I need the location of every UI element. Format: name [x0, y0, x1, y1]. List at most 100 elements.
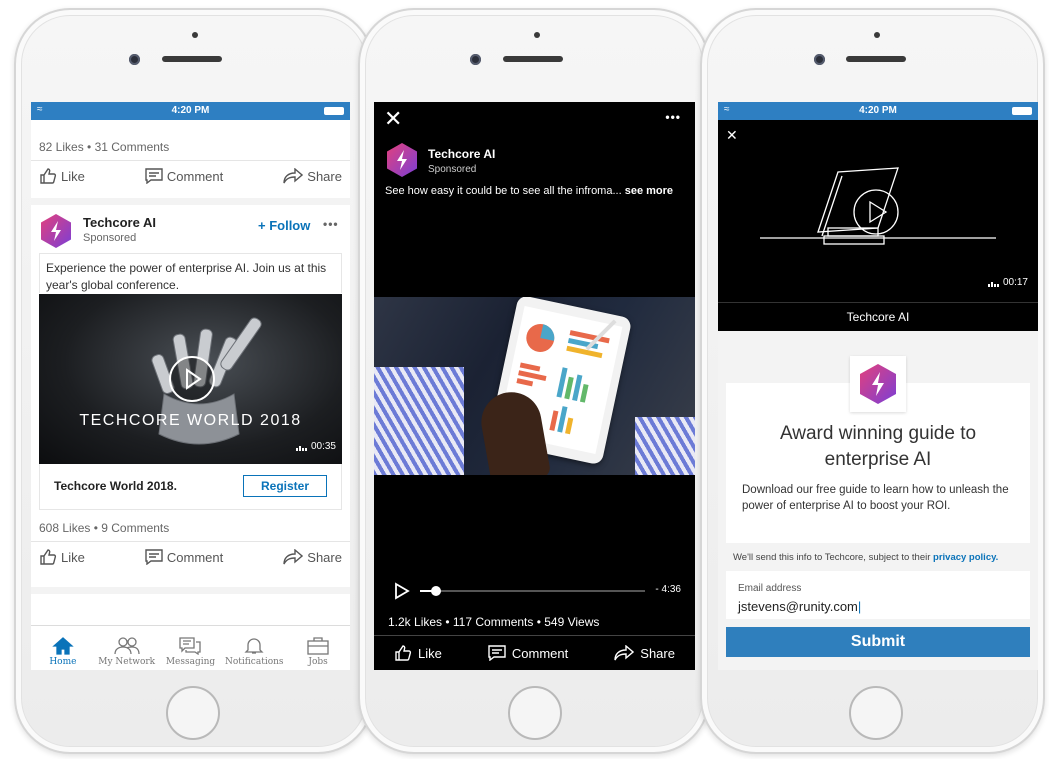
phone-speaker — [846, 56, 906, 62]
comment-icon — [488, 645, 506, 661]
nav-my-network[interactable]: My Network — [95, 626, 159, 670]
more-options-icon[interactable]: ••• — [665, 110, 681, 124]
video-screen: ✕ ••• Techcore AI Sponsored See how easy… — [374, 102, 695, 670]
phone-speaker — [503, 56, 563, 62]
like-icon — [395, 645, 412, 661]
status-bar: ≈ 4:20 PM — [718, 102, 1038, 120]
consent-label: We'll send this info to Techcore, subjec… — [733, 552, 931, 563]
like-label: Like — [61, 168, 85, 184]
volume-bars-icon — [987, 281, 999, 287]
privacy-policy-link[interactable]: privacy policy. — [933, 552, 998, 563]
share-label: Share — [307, 549, 342, 565]
video-scrub-handle[interactable] — [430, 586, 441, 596]
caption-text: See how easy it could be to see all the … — [385, 185, 622, 197]
comment-icon — [145, 168, 163, 184]
phone-speaker — [162, 56, 222, 62]
video-frame[interactable] — [374, 297, 695, 475]
feed-screen: ≈ 4:20 PM 82 Likes • 31 Comments Like Co… — [31, 102, 350, 670]
nav-home[interactable]: Home — [31, 626, 95, 670]
company-name[interactable]: Techcore AI — [83, 215, 156, 230]
comment-button[interactable]: Comment — [488, 645, 568, 661]
sponsored-label: Sponsored — [428, 164, 477, 175]
share-icon — [283, 168, 304, 184]
cta-bar: Techcore World 2018. Register — [39, 464, 342, 510]
video-duration: 00:35 — [310, 441, 336, 452]
email-field[interactable]: Email address jstevens@runity.com| — [726, 571, 1030, 619]
offer-description: Download our free guide to learn how to … — [742, 484, 1009, 512]
phone-home-button[interactable] — [508, 686, 562, 740]
close-icon[interactable]: ✕ — [384, 108, 402, 130]
share-label: Share — [307, 168, 342, 184]
play-button[interactable] — [169, 356, 215, 402]
submit-button[interactable]: Submit — [726, 627, 1030, 657]
see-more-link[interactable]: see more — [625, 185, 673, 197]
like-button[interactable]: Like — [39, 549, 85, 565]
shirt-sleeve-image — [374, 367, 464, 475]
nav-jobs[interactable]: Jobs — [286, 626, 350, 670]
share-button[interactable]: Share — [283, 549, 342, 565]
logo-tile — [850, 356, 906, 412]
nav-messaging[interactable]: Messaging — [159, 626, 223, 670]
sponsored-post-card: Techcore AI Sponsored + Follow ••• Exper… — [31, 205, 350, 587]
video-thumbnail[interactable]: TECHCORE WORLD 2018 00:35 — [39, 294, 342, 464]
play-icon — [395, 582, 410, 600]
share-button[interactable]: Share — [283, 168, 342, 184]
techcore-logo — [860, 364, 896, 404]
comment-label: Comment — [511, 645, 569, 661]
network-icon — [114, 637, 140, 655]
close-icon[interactable]: ✕ — [726, 127, 738, 144]
video-scrub-bar[interactable] — [420, 586, 645, 596]
like-button[interactable]: Like — [394, 645, 442, 661]
phone-proximity-sensor — [534, 32, 540, 38]
previous-post-card: 82 Likes • 31 Comments Like Comment Shar… — [31, 120, 350, 198]
share-button[interactable]: Share — [614, 645, 675, 661]
more-options-icon[interactable]: ••• — [323, 217, 339, 231]
status-time: 4:20 PM — [171, 105, 210, 116]
previous-post-actions: Like Comment Share — [31, 161, 350, 191]
phone-camera — [814, 54, 825, 65]
phone-home-button[interactable] — [166, 686, 220, 740]
phone-proximity-sensor — [192, 32, 198, 38]
like-label: Like — [61, 549, 85, 565]
share-icon — [614, 645, 635, 661]
techcore-logo[interactable] — [385, 142, 419, 178]
status-time: 4:20 PM — [859, 105, 897, 116]
video-duration-badge: 00:17 — [987, 277, 1028, 288]
video-duration: 00:17 — [1002, 277, 1028, 288]
share-label: Share — [640, 645, 675, 661]
video-caption: See how easy it could be to see all the … — [385, 185, 673, 197]
comment-button[interactable]: Comment — [145, 549, 223, 565]
ad-stats: 608 Likes • 9 Comments — [39, 521, 170, 535]
bell-icon — [244, 638, 264, 654]
like-label: Like — [418, 645, 442, 661]
follow-button[interactable]: + Follow — [258, 218, 310, 233]
comment-icon — [145, 549, 163, 565]
video-illustration[interactable] — [758, 152, 998, 252]
nav-notifications[interactable]: Notifications — [222, 626, 286, 670]
lead-form-body: Award winning guide to enterprise AI Dow… — [718, 331, 1038, 670]
video-stats: 1.2k Likes • 117 Comments • 549 Views — [388, 615, 600, 629]
email-label: Email address — [738, 583, 802, 594]
phone-camera — [129, 54, 140, 65]
like-button[interactable]: Like — [39, 168, 85, 184]
email-input[interactable]: jstevens@runity.com| — [738, 599, 861, 614]
nav-label: Home — [49, 657, 77, 667]
company-name[interactable]: Techcore AI — [428, 147, 495, 161]
phone-home-button[interactable] — [849, 686, 903, 740]
comment-button[interactable]: Comment — [145, 168, 223, 184]
like-icon — [40, 549, 57, 565]
previous-post-stats: 82 Likes • 31 Comments — [39, 140, 170, 154]
offer-headline: Award winning guide to enterprise AI — [779, 423, 977, 470]
video-overlay-title: TECHCORE WORLD 2018 — [79, 412, 302, 429]
shirt-sleeve-image-right — [635, 417, 695, 475]
battery-icon — [324, 107, 344, 115]
cta-title: Techcore World 2018. — [54, 479, 177, 493]
techcore-logo[interactable] — [39, 213, 73, 249]
nav-label: Notifications — [225, 657, 284, 667]
register-button[interactable]: Register — [243, 475, 327, 497]
share-icon — [283, 549, 304, 565]
play-button[interactable] — [394, 582, 410, 605]
sponsored-label: Sponsored — [83, 232, 137, 244]
form-company-header: Techcore AI — [718, 302, 1038, 331]
play-icon — [186, 368, 202, 390]
